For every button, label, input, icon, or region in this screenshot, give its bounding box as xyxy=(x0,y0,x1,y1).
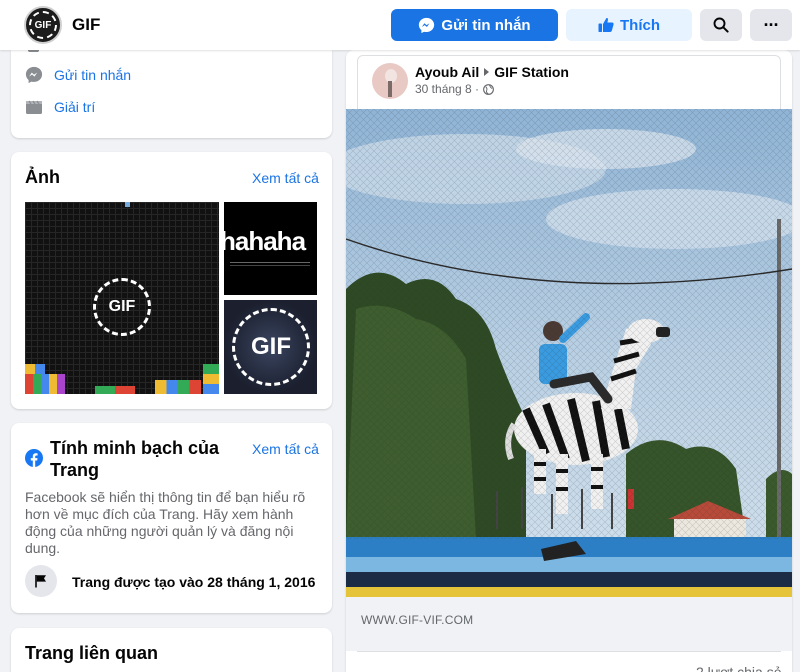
post-author[interactable]: Ayoub Ail xyxy=(415,64,479,80)
link-domain: WWW.GIF-VIF.COM xyxy=(361,613,474,627)
tetris-stack-left xyxy=(25,374,65,394)
photos-see-all-link[interactable]: Xem tất cả xyxy=(252,170,319,186)
flag-icon xyxy=(35,575,46,588)
caption-line xyxy=(230,265,310,266)
messenger-icon xyxy=(419,17,435,33)
photos-title: Ảnh xyxy=(25,167,60,187)
author-avatar[interactable] xyxy=(372,63,408,99)
post-timestamp[interactable]: 30 tháng 8 · xyxy=(415,82,479,96)
post-gif-image[interactable] xyxy=(346,109,792,597)
zebra-trampoline-scene xyxy=(346,109,792,597)
clapperboard-icon xyxy=(26,100,42,114)
transparency-see-all-link[interactable]: Xem tất cả xyxy=(252,441,319,457)
about-item-message[interactable]: Gửi tin nhắn xyxy=(25,66,131,84)
page-title[interactable]: GIF xyxy=(72,15,100,35)
more-options-button[interactable]: ··· xyxy=(750,9,792,41)
gif-badge: GIF xyxy=(232,308,310,386)
tetris-stack-mid xyxy=(95,386,135,394)
tetris-stack-left-top xyxy=(25,364,45,374)
about-item-label: Giải trí xyxy=(54,99,96,115)
send-message-button[interactable]: Gửi tin nhắn xyxy=(391,9,558,41)
post-meta: 30 tháng 8 · xyxy=(415,82,494,96)
tetris-stack-right xyxy=(155,380,201,394)
related-pages-card: Trang liên quan xyxy=(11,628,332,672)
tetris-stack-edge xyxy=(203,364,219,394)
gif-logo: GIF xyxy=(29,11,57,39)
page-created-date: Trang được tạo vào 28 tháng 1, 2016 xyxy=(72,574,316,590)
like-button[interactable]: Thích xyxy=(566,9,692,41)
transparency-description: Facebook sẽ hiển thị thông tin để bạn hi… xyxy=(25,489,306,556)
photo-thumbnail-hahaha[interactable]: hahaha xyxy=(224,202,317,295)
caret-right-icon xyxy=(484,68,490,76)
flag-icon-wrap xyxy=(25,565,57,597)
hahaha-text: hahaha xyxy=(224,226,306,256)
page-transparency-card: Tính minh bạch của Trang Xem tất cả Face… xyxy=(11,423,332,613)
globe-icon xyxy=(483,83,494,95)
about-card: Gửi tin nhắn Giải trí xyxy=(11,45,332,138)
thumbs-up-icon xyxy=(598,18,614,32)
about-item-label: Gửi tin nhắn xyxy=(54,67,132,83)
related-pages-title: Trang liên quan xyxy=(25,643,159,663)
search-button[interactable] xyxy=(700,9,742,41)
more-icon: ··· xyxy=(763,14,780,35)
post-card: Ayoub Ail GIF Station 30 tháng 8 · WWW.G… xyxy=(346,50,792,672)
share-count[interactable]: 2 lượt chia sẻ xyxy=(696,664,781,672)
messenger-icon xyxy=(25,66,43,84)
link-preview-footer[interactable]: WWW.GIF-VIF.COM xyxy=(346,597,792,651)
photo-thumbnail-gif-logo[interactable]: GIF xyxy=(224,300,317,394)
post-author-line: Ayoub Ail GIF Station xyxy=(415,64,569,80)
page-header: GIF GIF Gửi tin nhắn Thích ··· xyxy=(0,0,800,50)
like-label: Thích xyxy=(620,16,660,34)
facebook-icon xyxy=(25,449,43,467)
about-item-category[interactable]: Giải trí xyxy=(25,98,95,116)
photos-card: Ảnh Xem tất cả GIF hahaha GIF xyxy=(11,152,332,409)
post-target-page[interactable]: GIF Station xyxy=(494,64,569,80)
send-message-label: Gửi tin nhắn xyxy=(441,16,531,34)
caption-line xyxy=(230,262,310,263)
tetris-block xyxy=(125,202,130,207)
photo-thumbnail-tetris[interactable]: GIF xyxy=(25,202,219,394)
transparency-title: Tính minh bạch của Trang xyxy=(50,438,220,480)
avatar-figure-body xyxy=(388,81,392,97)
post-divider xyxy=(357,651,781,652)
search-icon xyxy=(713,17,729,33)
page-avatar[interactable]: GIF xyxy=(24,6,62,44)
gif-badge: GIF xyxy=(93,278,151,336)
